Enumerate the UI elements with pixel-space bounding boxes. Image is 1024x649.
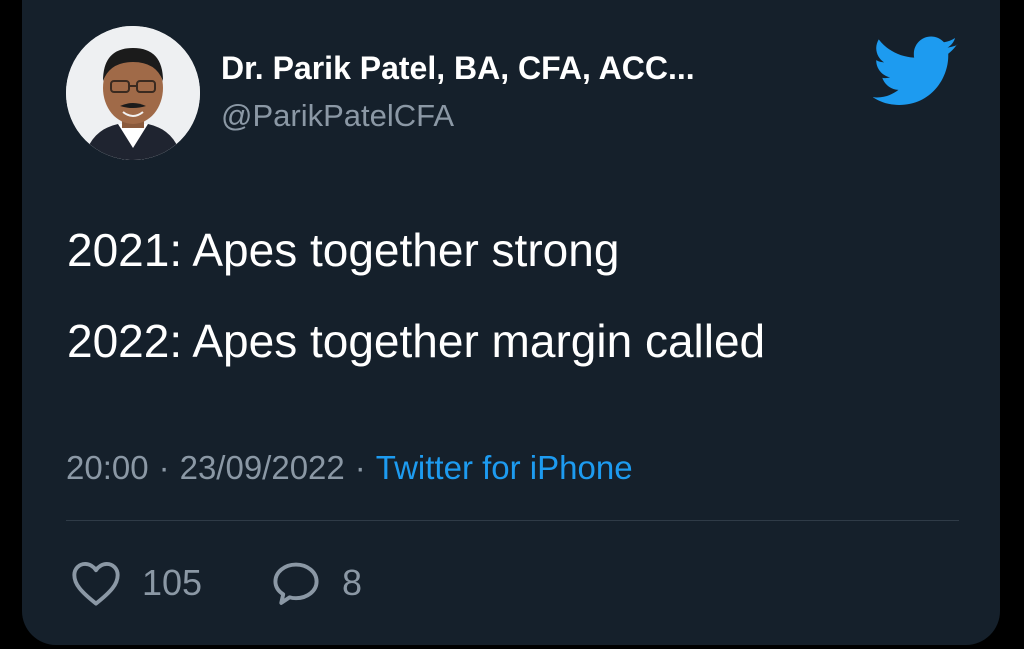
tweet-time[interactable]: 20:00 <box>66 449 149 486</box>
avatar-portrait-image <box>66 26 200 160</box>
like-count: 105 <box>142 562 203 603</box>
tweet-text-line: 2022: Apes together margin called <box>67 315 766 367</box>
tweet-metadata: 20:00 · 23/09/2022 · Twitter for iPhone <box>66 449 633 487</box>
meta-separator: · <box>158 449 170 486</box>
tweet-date[interactable]: 23/09/2022 <box>180 449 345 486</box>
author-handle[interactable]: @ParikPatelCFA <box>221 98 454 134</box>
speech-bubble-icon <box>273 562 319 605</box>
heart-icon <box>72 561 120 606</box>
meta-separator: · <box>354 449 366 486</box>
reply-button[interactable]: 8 <box>270 558 362 608</box>
reply-count: 8 <box>342 562 363 603</box>
twitter-bird-icon <box>872 36 959 108</box>
like-button[interactable]: 105 <box>70 558 202 608</box>
tweet-text-line: 2021: Apes together strong <box>67 224 620 276</box>
avatar[interactable] <box>66 26 200 160</box>
tweet-source-link[interactable]: Twitter for iPhone <box>376 449 633 486</box>
author-display-name[interactable]: Dr. Parik Patel, BA, CFA, ACC... <box>221 50 695 87</box>
divider <box>66 520 959 521</box>
